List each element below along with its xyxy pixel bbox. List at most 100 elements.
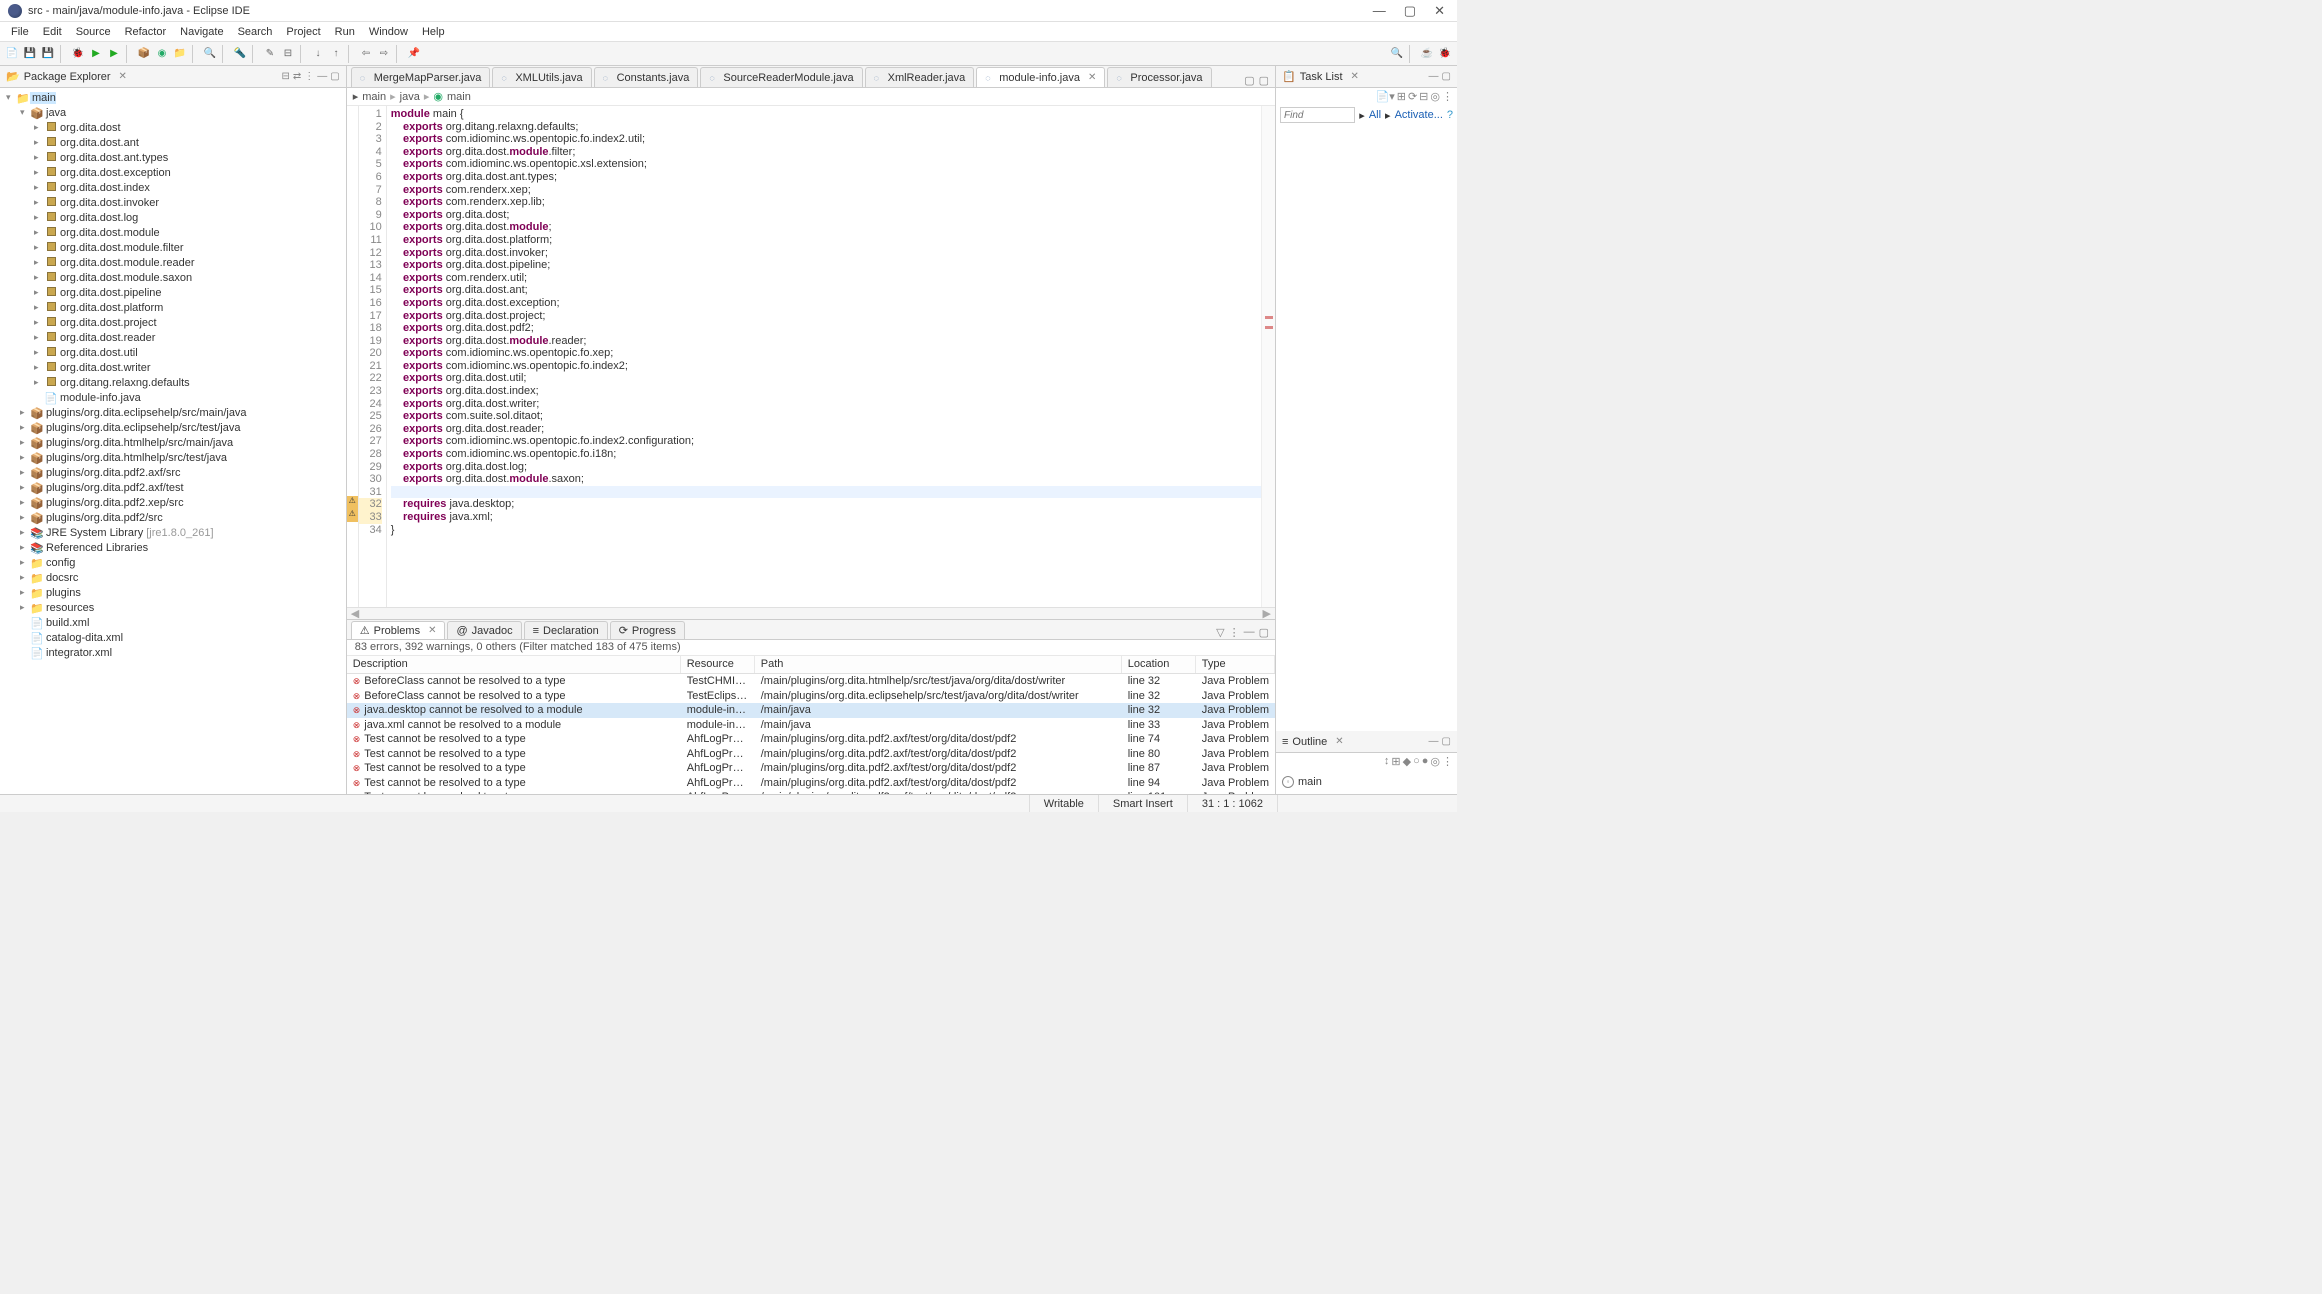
sort-icon[interactable]: ↕ [1384, 755, 1390, 768]
focus-icon[interactable]: ◎ [1430, 755, 1440, 768]
tree-item[interactable]: ▸📦plugins/org.dita.pdf2.xep/src [0, 495, 346, 510]
collapse-icon[interactable]: ⊟ [1419, 90, 1428, 103]
categorize-icon[interactable]: ⊞ [1397, 90, 1406, 103]
tree-item[interactable]: ▸org.dita.dost.writer [0, 360, 346, 375]
editor-tab[interactable]: ◌XMLUtils.java [492, 67, 591, 87]
minimize-pane-icon[interactable]: — [1429, 71, 1439, 82]
task-find-input[interactable] [1280, 107, 1355, 123]
tree-item[interactable]: ▸📦plugins/org.dita.pdf2/src [0, 510, 346, 525]
maximize-pane-icon[interactable]: ▢ [330, 71, 339, 82]
outline-item[interactable]: ◦ main [1282, 774, 1451, 790]
hide-nonpublic-icon[interactable]: ○ [1413, 755, 1420, 768]
maximize-pane-icon[interactable]: ▢ [1442, 71, 1451, 82]
close-icon[interactable]: ✕ [428, 625, 436, 636]
bottom-tab-declaration[interactable]: ≡Declaration [524, 621, 608, 639]
tree-item[interactable]: ▸org.dita.dost.module.filter [0, 240, 346, 255]
editor-tab[interactable]: ◌SourceReaderModule.java [700, 67, 862, 87]
close-icon[interactable]: ✕ [119, 71, 127, 82]
perspective-java-icon[interactable]: ☕ [1419, 46, 1435, 62]
close-icon[interactable]: ✕ [1088, 72, 1096, 83]
restore-icon[interactable]: ▢ [1244, 74, 1254, 87]
col-type[interactable]: Type [1196, 656, 1275, 673]
tree-item[interactable]: ▸org.dita.dost.ant [0, 135, 346, 150]
minimize-pane-icon[interactable]: — [317, 71, 327, 82]
link-editor-icon[interactable]: ⇄ [293, 71, 301, 82]
problem-row[interactable]: ⊗BeforeClass cannot be resolved to a typ… [347, 689, 1275, 704]
forward-icon[interactable]: ⇨ [376, 46, 392, 62]
close-button[interactable]: ✕ [1434, 3, 1445, 19]
view-menu-icon[interactable]: ⋮ [1229, 626, 1240, 639]
tree-item[interactable]: ▸📦plugins/org.dita.htmlhelp/src/main/jav… [0, 435, 346, 450]
menu-source[interactable]: Source [69, 24, 118, 40]
hide-fields-icon[interactable]: ⊞ [1391, 755, 1400, 768]
tree-item[interactable]: ▸📚Referenced Libraries [0, 540, 346, 555]
collapse-all-icon[interactable]: ⊟ [282, 71, 290, 82]
tree-item[interactable]: ▸📦plugins/org.dita.pdf2.axf/src [0, 465, 346, 480]
maximize-pane-icon[interactable]: ▢ [1259, 626, 1269, 639]
quick-access-icon[interactable]: 🔍 [1389, 46, 1405, 62]
save-icon[interactable]: 💾 [22, 46, 38, 62]
tree-item[interactable]: ▸📚JRE System Library [jre1.8.0_261] [0, 525, 346, 540]
menu-navigate[interactable]: Navigate [173, 24, 230, 40]
tree-item[interactable]: ▸org.dita.dost.index [0, 180, 346, 195]
problem-row[interactable]: ⊗Test cannot be resolved to a typeAhfLog… [347, 790, 1275, 794]
tree-item[interactable]: 📄build.xml [0, 615, 346, 630]
tree-item[interactable]: ▸org.dita.dost.platform [0, 300, 346, 315]
tree-item[interactable]: ▸org.dita.dost [0, 120, 346, 135]
minimize-button[interactable]: — [1373, 3, 1386, 19]
maximize-editor-icon[interactable]: ▢ [1259, 74, 1269, 87]
problems-rows[interactable]: ⊗BeforeClass cannot be resolved to a typ… [347, 674, 1275, 794]
col-resource[interactable]: Resource [681, 656, 755, 673]
editor-tab[interactable]: ◌Constants.java [594, 67, 699, 87]
maximize-pane-icon[interactable]: ▢ [1442, 736, 1451, 747]
col-description[interactable]: Description [347, 656, 681, 673]
close-icon[interactable]: ✕ [1335, 736, 1343, 747]
menu-help[interactable]: Help [415, 24, 452, 40]
tree-item[interactable]: ▸org.dita.dost.ant.types [0, 150, 346, 165]
code-area[interactable]: module main { exports org.ditang.relaxng… [387, 106, 1261, 607]
new-class-icon[interactable]: ◉ [154, 46, 170, 62]
tree-item[interactable]: ▸org.dita.dost.module.reader [0, 255, 346, 270]
minimize-pane-icon[interactable]: — [1429, 736, 1439, 747]
run-icon[interactable]: ▶ [88, 46, 104, 62]
view-menu-icon[interactable]: ⋮ [1442, 90, 1453, 103]
editor-tab[interactable]: ◌module-info.java✕ [976, 67, 1105, 87]
tree-item[interactable]: 📄integrator.xml [0, 645, 346, 660]
view-menu-icon[interactable]: ⋮ [1442, 755, 1453, 768]
menu-project[interactable]: Project [279, 24, 327, 40]
save-all-icon[interactable]: 💾 [40, 46, 56, 62]
tree-item[interactable]: ▸📁plugins [0, 585, 346, 600]
tree-item[interactable]: ▸📦plugins/org.dita.pdf2.axf/test [0, 480, 346, 495]
minimize-pane-icon[interactable]: — [1244, 626, 1255, 639]
tree-item[interactable]: ▸org.dita.dost.pipeline [0, 285, 346, 300]
bottom-tab-javadoc[interactable]: @Javadoc [447, 621, 521, 639]
new-icon[interactable]: 📄 [4, 46, 20, 62]
tree-item[interactable]: ▸📁resources [0, 600, 346, 615]
bottom-tab-progress[interactable]: ⟳Progress [610, 621, 685, 639]
tree-item[interactable]: ▸📁config [0, 555, 346, 570]
problem-row[interactable]: ⊗Test cannot be resolved to a typeAhfLog… [347, 761, 1275, 776]
overview-ruler[interactable] [1261, 106, 1275, 607]
tree-item[interactable]: ▸org.dita.dost.reader [0, 330, 346, 345]
close-icon[interactable]: ✕ [1351, 71, 1359, 82]
breadcrumb-element[interactable]: main [447, 91, 471, 103]
activate-link[interactable]: Activate... [1395, 109, 1443, 121]
hide-local-icon[interactable]: ● [1422, 755, 1429, 768]
problem-row[interactable]: ⊗Test cannot be resolved to a typeAhfLog… [347, 776, 1275, 791]
problem-row[interactable]: ⊗java.desktop cannot be resolved to a mo… [347, 703, 1275, 718]
open-type-icon[interactable]: 🔍 [202, 46, 218, 62]
toggle-block-icon[interactable]: ⊟ [280, 46, 296, 62]
new-package-icon[interactable]: 📦 [136, 46, 152, 62]
hide-static-icon[interactable]: ◆ [1403, 755, 1411, 768]
help-icon[interactable]: ? [1447, 109, 1453, 121]
breadcrumb-project[interactable]: main [362, 91, 386, 103]
tree-item[interactable]: ▸org.dita.dost.log [0, 210, 346, 225]
editor-tab[interactable]: ◌MergeMapParser.java [351, 67, 491, 87]
editor-tab[interactable]: ◌Processor.java [1107, 67, 1211, 87]
tree-item[interactable]: ▸📦plugins/org.dita.eclipsehelp/src/test/… [0, 420, 346, 435]
tree-item[interactable]: ▸org.dita.dost.exception [0, 165, 346, 180]
outline-body[interactable]: ◦ main [1276, 770, 1457, 794]
horizontal-scrollbar[interactable]: ◀▶ [347, 607, 1275, 619]
pin-icon[interactable]: 📌 [406, 46, 422, 62]
tree-item[interactable]: ▸📦plugins/org.dita.eclipsehelp/src/main/… [0, 405, 346, 420]
